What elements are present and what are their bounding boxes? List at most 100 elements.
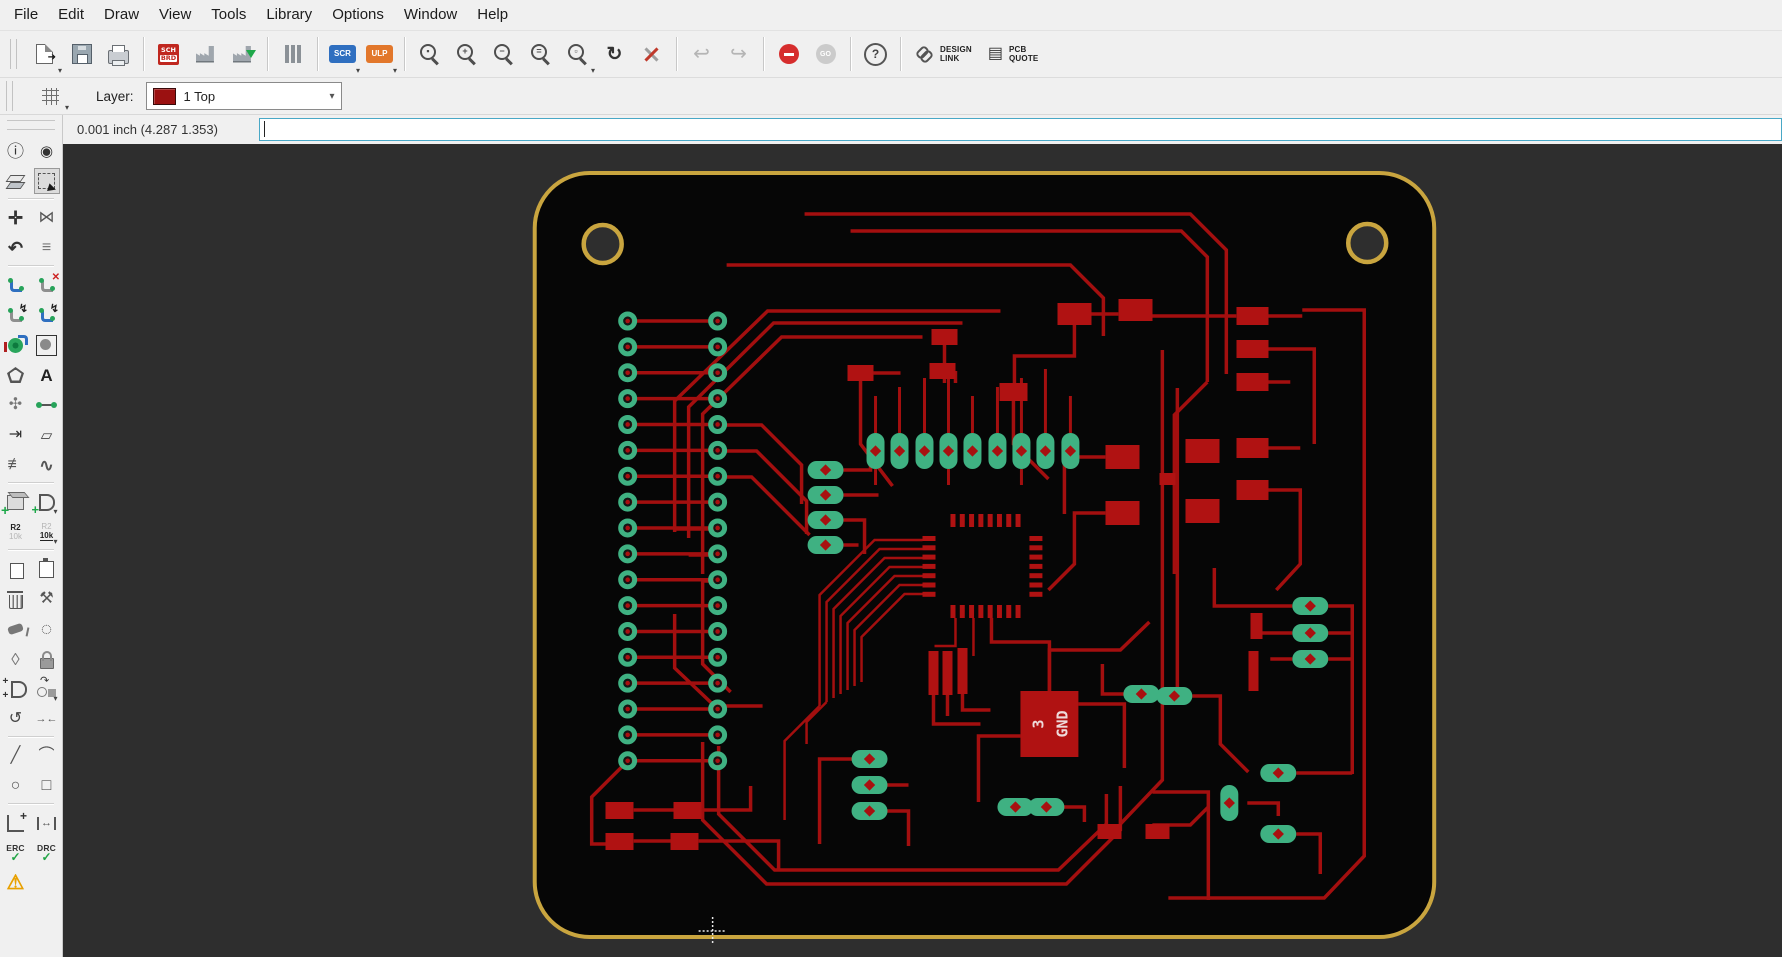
rect-button[interactable]: □: [34, 773, 60, 799]
pinswap-button[interactable]: [3, 676, 29, 702]
zoom-exact-button[interactable]: =: [522, 36, 559, 73]
polygon-pour-button[interactable]: ▱: [34, 422, 60, 448]
run-ulp-button[interactable]: ULP: [361, 36, 398, 75]
dimension-button[interactable]: [3, 810, 29, 836]
route-airwire-button[interactable]: ↯: [34, 302, 60, 328]
sidebar-row: ⓘ ◉: [0, 138, 62, 164]
tag-icon: ◊: [11, 649, 20, 669]
cam-export-button[interactable]: [224, 36, 261, 73]
menu-item-library[interactable]: Library: [256, 0, 322, 30]
stop-button[interactable]: [770, 36, 807, 73]
menu-item-draw[interactable]: Draw: [94, 0, 149, 30]
stadium-pad: [988, 433, 1007, 469]
drc-button[interactable]: DRC ✓: [34, 840, 60, 866]
via-button[interactable]: [3, 332, 29, 358]
errors-button[interactable]: ⚠: [3, 870, 29, 896]
menu-item-window[interactable]: Window: [394, 0, 467, 30]
ripup-button[interactable]: ✕: [34, 272, 60, 298]
through-hole-pad: [708, 647, 728, 667]
sidebar-separator: [8, 265, 54, 266]
delete-button[interactable]: [3, 586, 29, 612]
circle-button[interactable]: ○: [3, 773, 29, 799]
add-gate-button[interactable]: [32, 489, 60, 516]
sidebar-row: ╱ ⌒: [0, 743, 62, 769]
display-layers-button[interactable]: [3, 168, 29, 194]
help-button[interactable]: ?: [857, 36, 894, 73]
add-part-button[interactable]: [1, 489, 29, 517]
paste-button[interactable]: [34, 556, 60, 582]
text-button[interactable]: A: [34, 362, 60, 388]
erc-button[interactable]: ERC ✓: [3, 840, 29, 866]
print-button[interactable]: [100, 36, 137, 73]
optimize-button[interactable]: →←: [34, 706, 60, 732]
polygon-button[interactable]: [3, 362, 29, 388]
smash-button[interactable]: [3, 616, 29, 642]
run-script-button[interactable]: SCR: [324, 36, 361, 75]
meander-split-button[interactable]: ≢: [3, 452, 29, 478]
go-button[interactable]: GO: [807, 36, 844, 73]
dots-group-button[interactable]: ◌: [34, 616, 60, 642]
redraw-button[interactable]: ↻: [596, 36, 633, 73]
sidebar-row: R2 10k R2 10k: [0, 519, 62, 547]
lock-button[interactable]: [34, 646, 60, 672]
design-link-icon: [915, 45, 934, 64]
split-button[interactable]: ↺: [3, 706, 29, 732]
menu-item-tools[interactable]: Tools: [201, 0, 256, 30]
design-link-button[interactable]: DESIGN LINK: [907, 36, 980, 73]
signal-button[interactable]: ✣: [3, 392, 29, 418]
pcb-canvas[interactable]: 3 GND: [63, 144, 1782, 957]
rotate-button[interactable]: ↶: [3, 235, 29, 261]
undo-button[interactable]: ↩: [683, 36, 720, 73]
mirror-button[interactable]: ⋈: [34, 205, 60, 231]
net-line-button[interactable]: [34, 392, 60, 418]
zoom-in-button[interactable]: +: [448, 36, 485, 73]
meander-button[interactable]: ∿: [34, 452, 60, 478]
board-editor-canvas[interactable]: 3 GND: [63, 144, 1782, 957]
through-hole-pad: [708, 466, 728, 486]
library-button[interactable]: [274, 36, 311, 73]
show-button[interactable]: ◉: [34, 138, 60, 164]
group-select-button[interactable]: [33, 168, 60, 194]
toolbar-handle[interactable]: [10, 39, 17, 69]
arc-button[interactable]: ⌒: [34, 743, 60, 769]
redo-button[interactable]: ↪: [720, 36, 757, 73]
tag-button[interactable]: ◊: [3, 646, 29, 672]
mitre-button[interactable]: [633, 36, 670, 73]
info-button[interactable]: ⓘ: [3, 138, 29, 164]
through-hole-pad: [618, 311, 638, 331]
change-button[interactable]: ⚒: [34, 586, 60, 612]
measure-button[interactable]: ↔: [34, 810, 60, 836]
sidebar-handle[interactable]: [7, 120, 55, 130]
unroute-button[interactable]: ↯: [3, 302, 29, 328]
cam-processor-button[interactable]: [187, 36, 224, 73]
zoom-select-button[interactable]: ▫: [559, 36, 596, 75]
stadium-pad: [807, 536, 844, 554]
copy-button[interactable]: [3, 556, 29, 582]
menu-item-edit[interactable]: Edit: [48, 0, 94, 30]
command-input[interactable]: [259, 118, 1782, 141]
align-button[interactable]: ≡: [34, 235, 60, 261]
part-value-button[interactable]: R2 10k: [34, 519, 60, 546]
line-button[interactable]: ╱: [3, 743, 29, 769]
part-name-button[interactable]: R2 10k: [3, 519, 29, 545]
menu-item-file[interactable]: File: [4, 0, 48, 30]
dimension-arrow-button[interactable]: ⇥: [3, 422, 29, 448]
wire-route-button[interactable]: [3, 272, 29, 298]
replace-icon: ↷: [37, 675, 56, 697]
open-file-button[interactable]: [26, 36, 63, 75]
sch-brd-switch-button[interactable]: SCH BRD: [150, 36, 187, 73]
grid-settings-button[interactable]: [30, 82, 70, 112]
menu-item-help[interactable]: Help: [467, 0, 518, 30]
replace-button[interactable]: ↷: [34, 675, 60, 703]
zoom-out-button[interactable]: −: [485, 36, 522, 73]
pad-button[interactable]: [34, 332, 60, 358]
mounting-hole: [581, 222, 624, 266]
move-button[interactable]: ✛: [3, 205, 29, 231]
save-button[interactable]: [63, 36, 100, 73]
layer-select[interactable]: 1 Top: [145, 82, 342, 110]
menu-item-view[interactable]: View: [149, 0, 201, 30]
toolbar-handle[interactable]: [6, 81, 13, 111]
pcb-quote-button[interactable]: ▤ PCB QUOTE: [980, 36, 1047, 73]
menu-item-options[interactable]: Options: [322, 0, 394, 30]
zoom-fit-button[interactable]: ▪: [411, 36, 448, 73]
